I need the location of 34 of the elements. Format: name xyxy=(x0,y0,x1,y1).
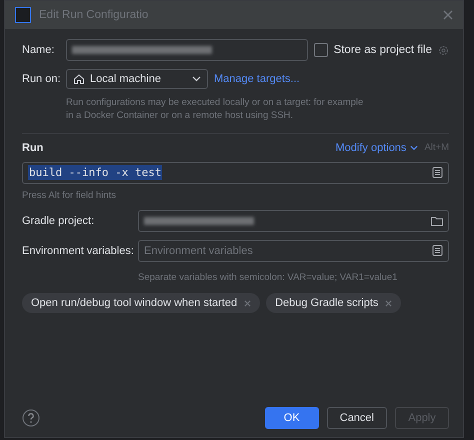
gradle-project-field[interactable] xyxy=(138,210,449,232)
dialog-button[interactable]: OK xyxy=(264,407,319,429)
close-icon[interactable] xyxy=(385,300,392,307)
expand-icon[interactable] xyxy=(432,167,443,178)
name-field[interactable] xyxy=(66,39,308,61)
folder-icon[interactable] xyxy=(431,216,443,226)
gear-icon[interactable] xyxy=(438,44,449,56)
close-icon[interactable] xyxy=(244,300,252,307)
field-label: Name: xyxy=(22,44,56,56)
chevron-down-icon xyxy=(192,76,201,82)
hint-text: Press Alt for field hints xyxy=(22,190,117,202)
hint-text: Run configurations may be executed locally or on a target: for example in a Docker Container or on a remote host using SSH. xyxy=(66,97,364,123)
dialog-button[interactable]: Cancel xyxy=(326,407,387,429)
field-label: Environment variables: xyxy=(22,245,134,258)
command-field[interactable]: build --info -x test xyxy=(22,162,449,184)
checkbox-label: Store as project file xyxy=(334,44,432,56)
section-title: Run xyxy=(22,142,44,154)
home-icon xyxy=(73,73,85,85)
manage-targets-link[interactable]: Manage targets... xyxy=(214,73,300,85)
chevron-down-icon xyxy=(410,144,418,151)
window-title: Edit Run Configuratio xyxy=(39,9,150,21)
option-tag[interactable]: Open run/debug tool window when started xyxy=(22,293,260,314)
checkbox[interactable] xyxy=(314,43,328,57)
hint-text: Separate variables with semicolon: VAR=value; VAR1=value1 xyxy=(138,272,398,286)
field-label: Gradle project: xyxy=(22,215,96,228)
modify-options-link[interactable]: Modify options xyxy=(336,142,418,154)
option-tag[interactable]: Debug Gradle scripts xyxy=(266,293,402,314)
expand-icon[interactable] xyxy=(432,245,443,256)
field-label: Run on: xyxy=(22,73,60,85)
run-on-dropdown[interactable]: Local machine xyxy=(66,69,208,89)
close-icon[interactable] xyxy=(443,10,453,20)
environment-variables-field[interactable]: Environment variables xyxy=(138,240,449,262)
app-logo-icon xyxy=(15,7,31,23)
help-icon[interactable] xyxy=(22,409,40,427)
